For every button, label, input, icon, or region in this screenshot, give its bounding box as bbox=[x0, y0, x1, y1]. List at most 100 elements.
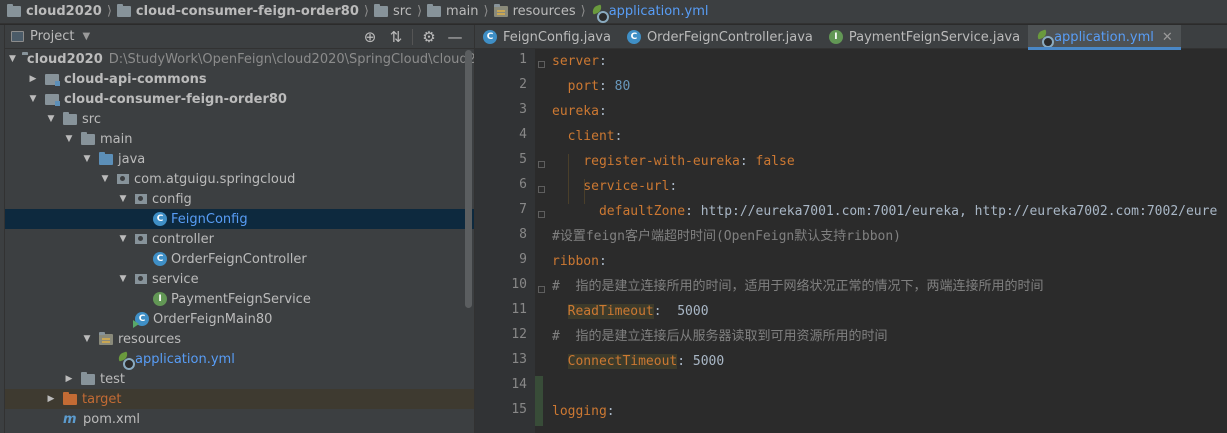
collapse-arrow-icon[interactable]: ▶ bbox=[63, 374, 75, 384]
yaml-value: 5000 bbox=[677, 304, 709, 319]
tree-item-label: test bbox=[100, 371, 125, 387]
yaml-colon: : bbox=[598, 54, 607, 69]
breadcrumb-item-module[interactable]: cloud-consumer-feign-order80 bbox=[114, 0, 362, 24]
tab-feignconfig[interactable]: C FeignConfig.java bbox=[475, 25, 619, 49]
tree-item-label: OrderFeignMain80 bbox=[153, 311, 273, 327]
breadcrumb-separator: ⟩ bbox=[416, 4, 423, 19]
tree-item-label: com.atguigu.springcloud bbox=[134, 171, 296, 187]
collapse-all-icon[interactable]: ⇅ bbox=[383, 28, 409, 46]
yaml-value: false bbox=[755, 154, 795, 169]
tree-item-main[interactable]: ▼ main bbox=[5, 129, 474, 149]
expand-arrow-icon[interactable]: ▼ bbox=[81, 154, 93, 164]
expand-arrow-icon[interactable]: ▼ bbox=[117, 274, 129, 284]
tree-item-cloud-api-commons[interactable]: ▶ cloud-api-commons bbox=[5, 69, 474, 89]
runnable-class-icon: C bbox=[133, 312, 149, 328]
code-line-12: # 指的是建立连接后从服务器读取到可用资源所用的时间 bbox=[552, 324, 887, 349]
tree-item-src[interactable]: ▼ src bbox=[5, 109, 474, 129]
project-view-icon bbox=[11, 31, 24, 42]
minimize-icon[interactable]: — bbox=[442, 28, 468, 46]
source-folder-icon bbox=[99, 151, 113, 165]
tab-label: application.yml bbox=[1054, 29, 1154, 45]
expand-arrow-icon[interactable]: ▼ bbox=[117, 194, 129, 204]
yaml-key: register-with-eureka bbox=[583, 154, 740, 169]
breadcrumb-item-project[interactable]: cloud2020 bbox=[4, 0, 105, 24]
yaml-key: port bbox=[567, 79, 599, 94]
class-icon: C bbox=[626, 30, 641, 44]
code-line-2: port: 80 bbox=[567, 79, 631, 94]
tree-item-java[interactable]: ▼ java bbox=[5, 149, 474, 169]
breadcrumb-item-main[interactable]: main bbox=[424, 0, 481, 24]
tree-item-package[interactable]: ▼ com.atguigu.springcloud bbox=[5, 169, 474, 189]
expand-arrow-icon[interactable]: ▼ bbox=[27, 94, 39, 104]
tree-item-label: resources bbox=[118, 331, 182, 347]
maven-icon: m bbox=[63, 411, 77, 427]
tree-item-cloud-consumer-feign-order80[interactable]: ▼ cloud-consumer-feign-order80 bbox=[5, 89, 474, 109]
editor: C FeignConfig.java C OrderFeignControlle… bbox=[475, 25, 1227, 433]
breadcrumb-label: main bbox=[446, 4, 479, 19]
package-icon bbox=[135, 194, 147, 204]
vertical-scrollbar[interactable] bbox=[465, 50, 472, 308]
tree-item-target[interactable]: ▶ target bbox=[5, 389, 474, 409]
expand-arrow-icon[interactable]: ▼ bbox=[9, 54, 16, 64]
close-icon[interactable]: ✕ bbox=[1162, 30, 1173, 45]
excluded-folder-icon bbox=[63, 391, 77, 405]
breadcrumb: cloud2020 ⟩ cloud-consumer-feign-order80… bbox=[0, 0, 1227, 24]
chevron-down-icon[interactable]: ▼ bbox=[82, 31, 90, 42]
expand-arrow-icon[interactable]: ▼ bbox=[63, 134, 75, 144]
locate-file-icon[interactable]: ⊕ bbox=[357, 28, 383, 46]
spring-yml-icon bbox=[117, 352, 135, 370]
tab-orderfeigncontroller[interactable]: C OrderFeignController.java bbox=[619, 25, 821, 49]
code-area[interactable]: 1 2 3 4 5 6 7 8 9 10 11 12 13 14 15 serv… bbox=[475, 49, 1227, 433]
breadcrumb-separator: ⟩ bbox=[106, 4, 112, 19]
package-icon bbox=[117, 174, 129, 184]
expand-arrow-icon[interactable]: ▼ bbox=[45, 114, 57, 124]
tree-item-cloud2020[interactable]: ▼ cloud2020 D:\StudyWork\OpenFeign\cloud… bbox=[5, 49, 474, 69]
tab-paymentfeignservice[interactable]: I PaymentFeignService.java bbox=[821, 25, 1028, 49]
tree-item-orderfeignmain80[interactable]: C OrderFeignMain80 bbox=[5, 309, 474, 329]
breadcrumb-item-src[interactable]: src bbox=[371, 0, 415, 24]
expand-arrow-icon[interactable]: ▼ bbox=[117, 234, 129, 244]
tree-item-application-yml[interactable]: application.yml bbox=[5, 349, 474, 370]
line-number: 15 bbox=[511, 402, 527, 417]
tree-item-path: D:\StudyWork\OpenFeign\cloud2020\SpringC… bbox=[108, 51, 474, 67]
yaml-key: service-url bbox=[583, 179, 670, 194]
class-icon: C bbox=[483, 30, 497, 44]
tree-item-service[interactable]: ▼ service bbox=[5, 269, 474, 289]
tree-item-label: pom.xml bbox=[83, 411, 140, 427]
yaml-key: ribbon bbox=[552, 254, 599, 269]
package-icon bbox=[135, 274, 147, 284]
tree-item-test[interactable]: ▶ test bbox=[5, 369, 474, 389]
code-content[interactable]: server: port: 80 eureka: client: registe… bbox=[535, 49, 1227, 433]
tree-item-config[interactable]: ▼ config bbox=[5, 189, 474, 209]
breadcrumb-separator: ⟩ bbox=[483, 4, 489, 19]
tree-item-feignconfig[interactable]: C FeignConfig bbox=[5, 209, 474, 229]
expand-arrow-icon[interactable]: ▼ bbox=[99, 174, 111, 184]
tree-item-orderfeigncontroller[interactable]: C OrderFeignController bbox=[5, 249, 474, 269]
tree-item-controller[interactable]: ▼ controller bbox=[5, 229, 474, 249]
tree-item-resources[interactable]: ▼ resources bbox=[5, 329, 474, 349]
line-number: 11 bbox=[511, 302, 527, 317]
collapse-arrow-icon[interactable]: ▶ bbox=[45, 394, 57, 404]
tree-item-label: PaymentFeignService bbox=[171, 291, 311, 307]
tree-item-paymentfeignservice[interactable]: I PaymentFeignService bbox=[5, 289, 474, 309]
breadcrumb-item-file[interactable]: application.yml bbox=[588, 0, 712, 24]
yaml-value: 80 bbox=[614, 79, 631, 94]
line-number: 12 bbox=[511, 327, 527, 342]
tree-item-pom-xml[interactable]: m pom.xml bbox=[5, 409, 474, 429]
yaml-key-highlighted: ReadTimeout bbox=[567, 304, 654, 319]
editor-tabs: C FeignConfig.java C OrderFeignControlle… bbox=[475, 25, 1227, 50]
resources-folder-icon bbox=[493, 4, 508, 17]
expand-arrow-icon[interactable]: ▼ bbox=[81, 334, 93, 344]
code-line-4: client: bbox=[567, 129, 623, 144]
breadcrumb-label: resources bbox=[512, 4, 576, 19]
resources-folder-icon bbox=[99, 331, 113, 345]
project-view-selector[interactable]: Project bbox=[30, 29, 74, 44]
tab-application-yml[interactable]: application.yml ✕ bbox=[1028, 25, 1181, 50]
collapse-arrow-icon[interactable]: ▶ bbox=[27, 74, 39, 84]
gear-icon[interactable]: ⚙ bbox=[416, 28, 442, 46]
breadcrumb-item-resources[interactable]: resources bbox=[491, 0, 579, 24]
line-number: 14 bbox=[511, 377, 527, 392]
breadcrumb-label: cloud-consumer-feign-order80 bbox=[135, 4, 359, 19]
tree-item-label: cloud-api-commons bbox=[64, 71, 207, 87]
project-panel: Project ▼ ⊕ ⇅ ⚙ — ▼ cloud2020 D:\StudyWo… bbox=[5, 25, 474, 433]
